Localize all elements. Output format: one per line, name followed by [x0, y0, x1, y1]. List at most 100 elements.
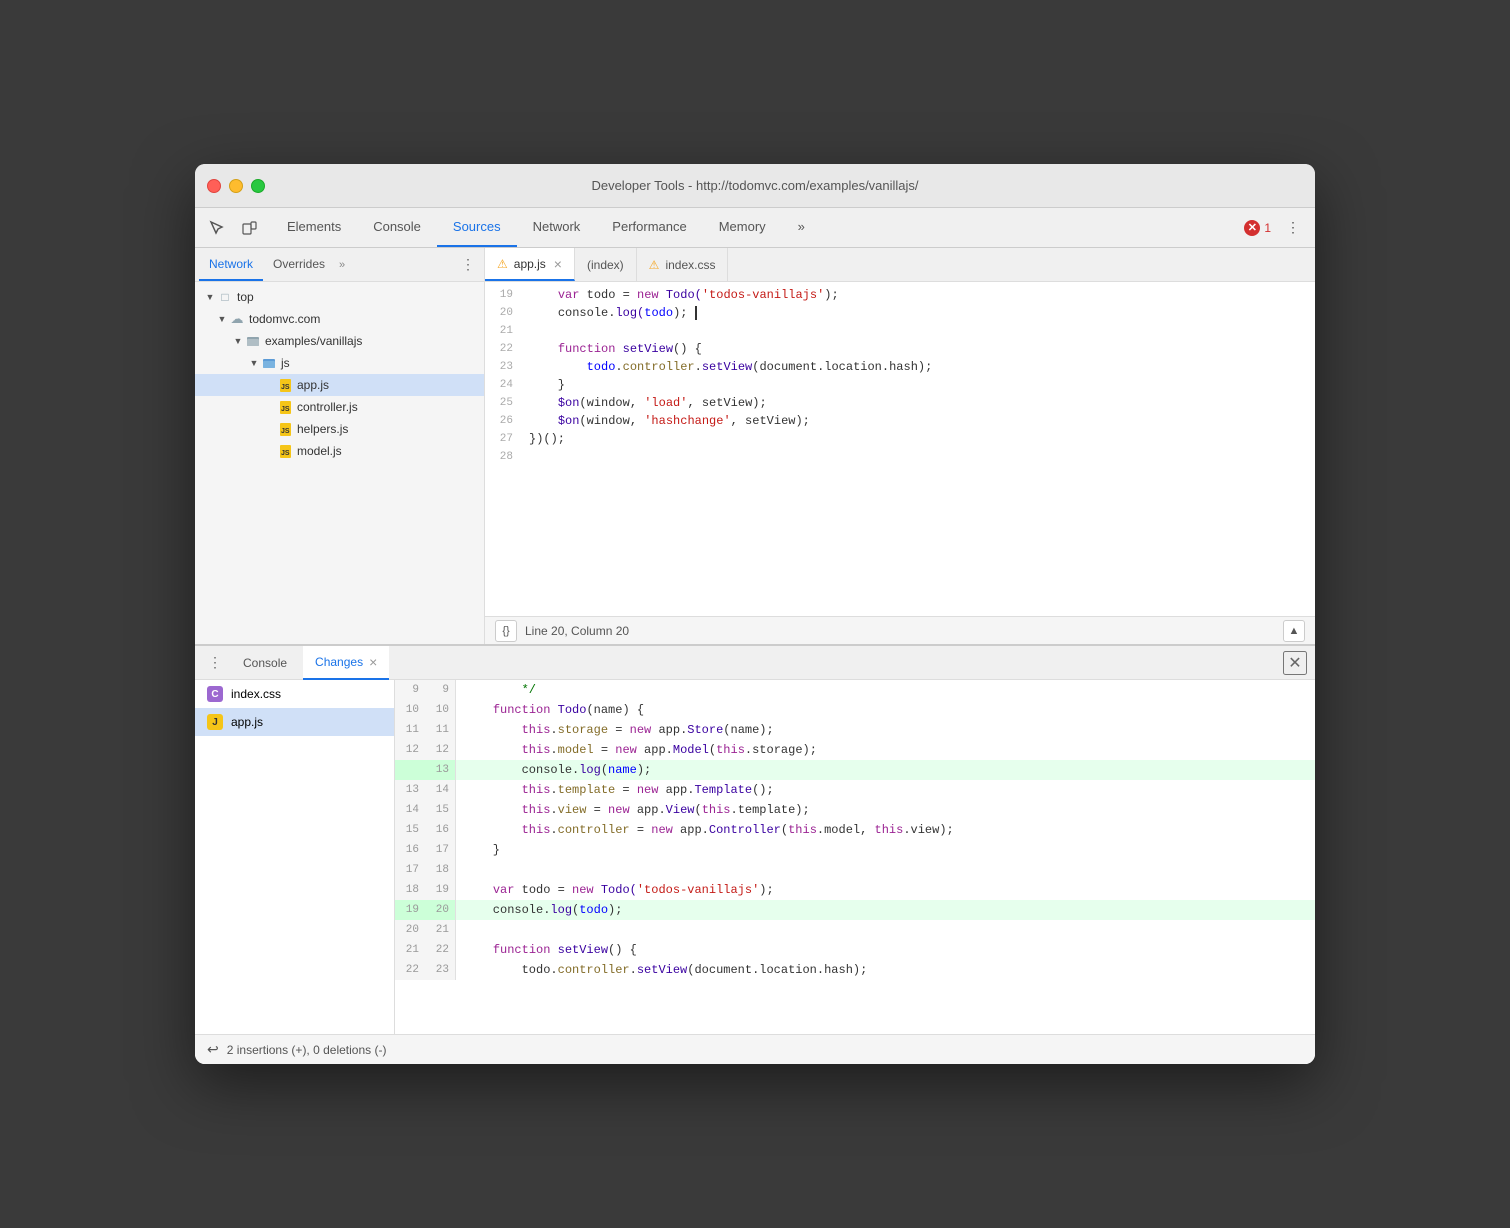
diff-line-15-16: 15 16 this.controller = new app.Controll…: [395, 820, 1315, 840]
diff-line-9: 9 9 */: [395, 680, 1315, 700]
diff-line-added-20: 19 20 console.log(todo);: [395, 900, 1315, 920]
tree-label-controllerjs: controller.js: [297, 400, 358, 414]
diff-line-nums-14-15: 14 15: [395, 800, 456, 820]
diff-line-nums-9: 9 9: [395, 680, 456, 700]
cursor-position: Line 20, Column 20: [525, 624, 629, 638]
changes-file-label-appjs: app.js: [231, 715, 263, 729]
tree-label-top: top: [237, 290, 254, 304]
diff-line-20-21: 20 21: [395, 920, 1315, 940]
line-content-23: todo.controller.setView(document.locatio…: [525, 358, 1315, 376]
diff-line-nums-21-22: 21 22: [395, 940, 456, 960]
tab-elements[interactable]: Elements: [271, 208, 357, 247]
line-num-25: 25: [485, 394, 525, 412]
editor-tab-label-index: (index): [587, 258, 624, 272]
diff-content-22-23: todo.controller.setView(document.locatio…: [456, 960, 1315, 980]
toolbar-right: ✕ 1 ⋮: [1244, 214, 1307, 242]
changes-file-indexcss[interactable]: C index.css: [195, 680, 394, 708]
js-file-icon: J: [207, 714, 223, 730]
tab-performance[interactable]: Performance: [596, 208, 702, 247]
tree-item-top[interactable]: □ top: [195, 286, 484, 308]
diff-line-nums-10: 10 10: [395, 700, 456, 720]
line-content-27: })();: [525, 430, 1315, 448]
warning-icon-appjs: ⚠: [497, 257, 508, 271]
main-content: Network Overrides » ⋮ □ top: [195, 248, 1315, 1064]
sources-sidebar: Network Overrides » ⋮ □ top: [195, 248, 485, 644]
error-badge: ✕ 1: [1244, 220, 1271, 236]
editor-tab-index[interactable]: (index): [575, 248, 637, 281]
tree-item-helpersjs[interactable]: JS helpers.js: [195, 418, 484, 440]
diff-line-added-13: 13 console.log(name);: [395, 760, 1315, 780]
devtools-window: Developer Tools - http://todomvc.com/exa…: [195, 164, 1315, 1064]
diff-line-17-18: 17 18: [395, 860, 1315, 880]
diff-line-16-17: 16 17 }: [395, 840, 1315, 860]
tab-more[interactable]: »: [782, 208, 821, 247]
code-line-22: 22 function setView() {: [485, 340, 1315, 358]
sidebar-tab-network[interactable]: Network: [199, 248, 263, 281]
tree-item-todomvc[interactable]: ☁ todomvc.com: [195, 308, 484, 330]
close-button[interactable]: [207, 179, 221, 193]
sidebar-tab-overrides[interactable]: Overrides: [263, 248, 335, 281]
editor-tab-indexcss[interactable]: ⚠ index.css: [637, 248, 729, 281]
tree-item-examples[interactable]: examples/vanillajs: [195, 330, 484, 352]
minimize-button[interactable]: [229, 179, 243, 193]
line-num-21: 21: [485, 322, 525, 340]
line-num-19: 19: [485, 286, 525, 304]
device-toggle-button[interactable]: [235, 214, 263, 242]
undo-icon[interactable]: ↩: [207, 1041, 219, 1058]
line-content-19: var todo = new Todo('todos-vanillajs');: [525, 286, 1315, 304]
tree-label-helpersjs: helpers.js: [297, 422, 348, 436]
tree-label-examples: examples/vanillajs: [265, 334, 362, 348]
changes-file-appjs[interactable]: J app.js: [195, 708, 394, 736]
error-icon: ✕: [1244, 220, 1260, 236]
editor-tab-appjs[interactable]: ⚠ app.js ×: [485, 248, 575, 281]
maximize-button[interactable]: [251, 179, 265, 193]
bottom-tab-console[interactable]: Console: [231, 646, 299, 680]
svg-text:JS: JS: [281, 384, 290, 391]
close-changes-tab[interactable]: ×: [369, 654, 377, 670]
bottom-tab-changes[interactable]: Changes ×: [303, 646, 389, 680]
diff-line-21-22: 21 22 function setView() {: [395, 940, 1315, 960]
changes-file-list: C index.css J app.js: [195, 680, 395, 1034]
sidebar-more-button[interactable]: ⋮: [456, 253, 480, 277]
tree-item-js[interactable]: js: [195, 352, 484, 374]
diff-line-nums-11: 11 11: [395, 720, 456, 740]
svg-text:JS: JS: [281, 428, 290, 435]
diff-content-10: function Todo(name) {: [456, 700, 1315, 720]
warning-icon-indexcss: ⚠: [649, 258, 660, 272]
line-content-24: }: [525, 376, 1315, 394]
format-button[interactable]: {}: [495, 620, 517, 642]
diff-editor[interactable]: 9 9 */ 10 10 function Todo(name) {: [395, 680, 1315, 1034]
code-editor[interactable]: 19 var todo = new Todo('todos-vanillajs'…: [485, 282, 1315, 616]
tab-sources[interactable]: Sources: [437, 208, 517, 247]
tab-console[interactable]: Console: [357, 208, 437, 247]
code-lines: 19 var todo = new Todo('todos-vanillajs'…: [485, 282, 1315, 470]
tab-network[interactable]: Network: [517, 208, 597, 247]
tree-label-js: js: [281, 356, 290, 370]
tree-arrow-todomvc: [215, 312, 229, 326]
bottom-more-button[interactable]: ⋮: [203, 651, 227, 675]
diff-line-nums-22-23: 22 23: [395, 960, 456, 980]
sidebar-actions: ⋮: [456, 253, 480, 277]
close-bottom-panel-button[interactable]: ✕: [1283, 651, 1307, 675]
diff-content-added-20: console.log(todo);: [456, 900, 1315, 920]
code-line-28: 28: [485, 448, 1315, 466]
diff-line-18-19: 18 19 var todo = new Todo('todos-vanilla…: [395, 880, 1315, 900]
toolbar-icons: [203, 214, 263, 242]
tree-item-modeljs[interactable]: JS model.js: [195, 440, 484, 462]
close-tab-appjs[interactable]: ×: [554, 256, 562, 272]
tree-item-appjs[interactable]: JS app.js: [195, 374, 484, 396]
line-num-24: 24: [485, 376, 525, 394]
diff-content-21-22: function setView() {: [456, 940, 1315, 960]
inspect-element-button[interactable]: [203, 214, 231, 242]
diff-line-nums-15-16: 15 16: [395, 820, 456, 840]
window-title: Developer Tools - http://todomvc.com/exa…: [591, 178, 918, 193]
js-file-icon-controllerjs: JS: [277, 399, 293, 415]
go-to-line-button[interactable]: ▲: [1283, 620, 1305, 642]
css-file-icon: C: [207, 686, 223, 702]
tree-item-controllerjs[interactable]: JS controller.js: [195, 396, 484, 418]
editor-tab-label-indexcss: index.css: [665, 258, 715, 272]
sidebar-tab-more[interactable]: »: [339, 259, 345, 271]
more-options-button[interactable]: ⋮: [1279, 214, 1307, 242]
status-bar-left: {} Line 20, Column 20: [495, 620, 629, 642]
tab-memory[interactable]: Memory: [703, 208, 782, 247]
